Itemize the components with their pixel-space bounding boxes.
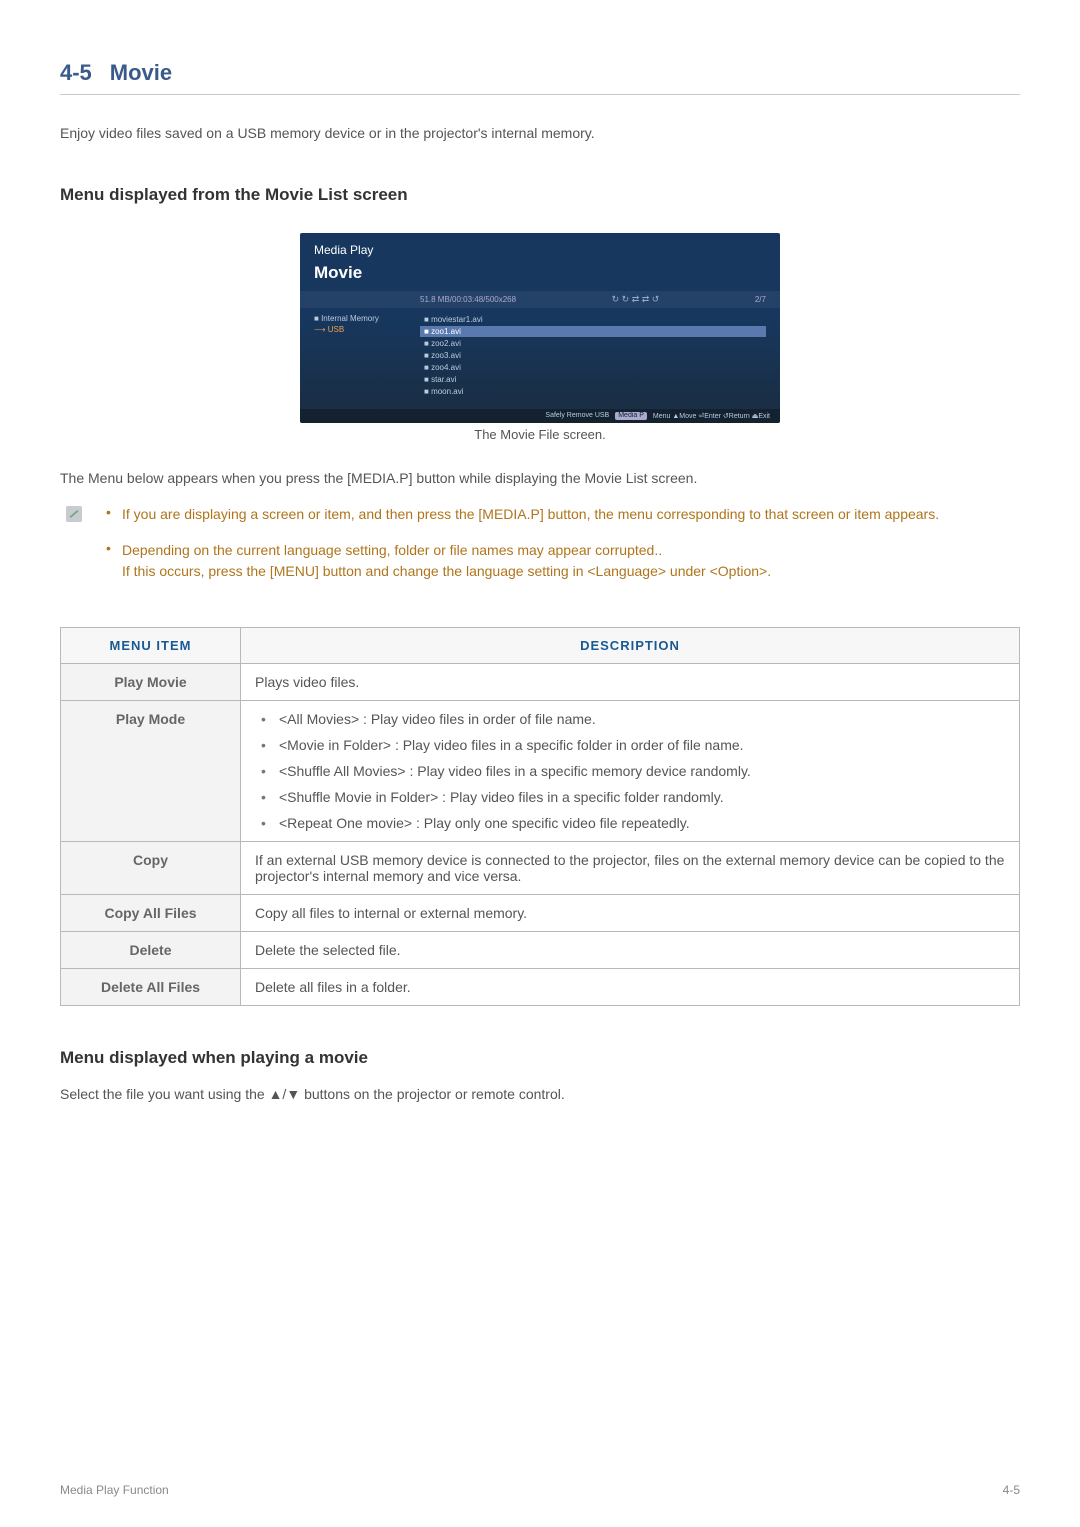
row-play-movie-label: Play Movie — [61, 664, 241, 701]
ss-page: 2/7 — [755, 295, 766, 304]
row-play-mode-desc: <All Movies> : Play video files in order… — [241, 701, 1020, 842]
bullet-icon: • — [106, 540, 122, 583]
ss-footer-items: Menu ▲Move ⏎Enter ↺Return ⏏Exit — [653, 412, 770, 420]
col-description: DESCRIPTION — [241, 628, 1020, 664]
play-mode-item: <Movie in Folder> : Play video files in … — [255, 737, 1005, 753]
ss-source-list: ■ Internal Memory ⟶ USB — [314, 314, 410, 398]
row-delete-all-label: Delete All Files — [61, 969, 241, 1006]
movie-list-screenshot: Media Play Movie 51.8 MB/00:03:48/500x26… — [300, 233, 780, 423]
row-delete-desc: Delete the selected file. — [241, 932, 1020, 969]
row-copy-all-label: Copy All Files — [61, 895, 241, 932]
note-item-1: If you are displaying a screen or item, … — [122, 504, 939, 526]
play-mode-item: <Repeat One movie> : Play only one speci… — [255, 815, 1005, 831]
row-delete-label: Delete — [61, 932, 241, 969]
row-copy-all-desc: Copy all files to internal or external m… — [241, 895, 1020, 932]
bullet-icon: • — [106, 504, 122, 526]
ss-footer-left: Safely Remove USB — [545, 412, 609, 420]
ss-repeat-icons: ↻ ↻ ⇄ ⇄ ↺ — [612, 294, 660, 305]
para-menu-appears: The Menu below appears when you press th… — [60, 470, 1020, 486]
section-title: Movie — [110, 60, 172, 86]
ss-file-list: ■ moviestar1.avi ■ zoo1.avi ■ zoo2.avi ■… — [420, 314, 766, 398]
menu-table: MENU ITEM DESCRIPTION Play Movie Plays v… — [60, 627, 1020, 1006]
ss-heading: Movie — [300, 257, 780, 291]
subsection-movie-list: Menu displayed from the Movie List scree… — [60, 185, 1020, 205]
col-menu-item: MENU ITEM — [61, 628, 241, 664]
screenshot-caption: The Movie File screen. — [60, 427, 1020, 442]
row-play-mode-label: Play Mode — [61, 701, 241, 842]
play-mode-item: <All Movies> : Play video files in order… — [255, 711, 1005, 727]
page-footer: Media Play Function 4-5 — [60, 1483, 1020, 1497]
section-header: 4-5 Movie — [60, 60, 1020, 95]
note-item-2: Depending on the current language settin… — [122, 540, 771, 583]
footer-right: 4-5 — [1003, 1483, 1020, 1497]
intro-text: Enjoy video files saved on a USB memory … — [60, 125, 1020, 141]
row-play-movie-desc: Plays video files. — [241, 664, 1020, 701]
para-select-file: Select the file you want using the ▲/▼ b… — [60, 1086, 1020, 1102]
row-delete-all-desc: Delete all files in a folder. — [241, 969, 1020, 1006]
play-mode-item: <Shuffle All Movies> : Play video files … — [255, 763, 1005, 779]
subsection-playing: Menu displayed when playing a movie — [60, 1048, 1020, 1068]
ss-app-title: Media Play — [300, 233, 780, 257]
section-number: 4-5 — [60, 60, 92, 86]
footer-left: Media Play Function — [60, 1483, 169, 1497]
note-icon — [66, 506, 82, 522]
play-mode-item: <Shuffle Movie in Folder> : Play video f… — [255, 789, 1005, 805]
row-copy-desc: If an external USB memory device is conn… — [241, 842, 1020, 895]
row-copy-label: Copy — [61, 842, 241, 895]
ss-footer-badge: Media P — [615, 412, 647, 420]
note-block: • If you are displaying a screen or item… — [60, 504, 1020, 597]
ss-info: 51.8 MB/00:03:48/500x268 — [420, 295, 516, 304]
